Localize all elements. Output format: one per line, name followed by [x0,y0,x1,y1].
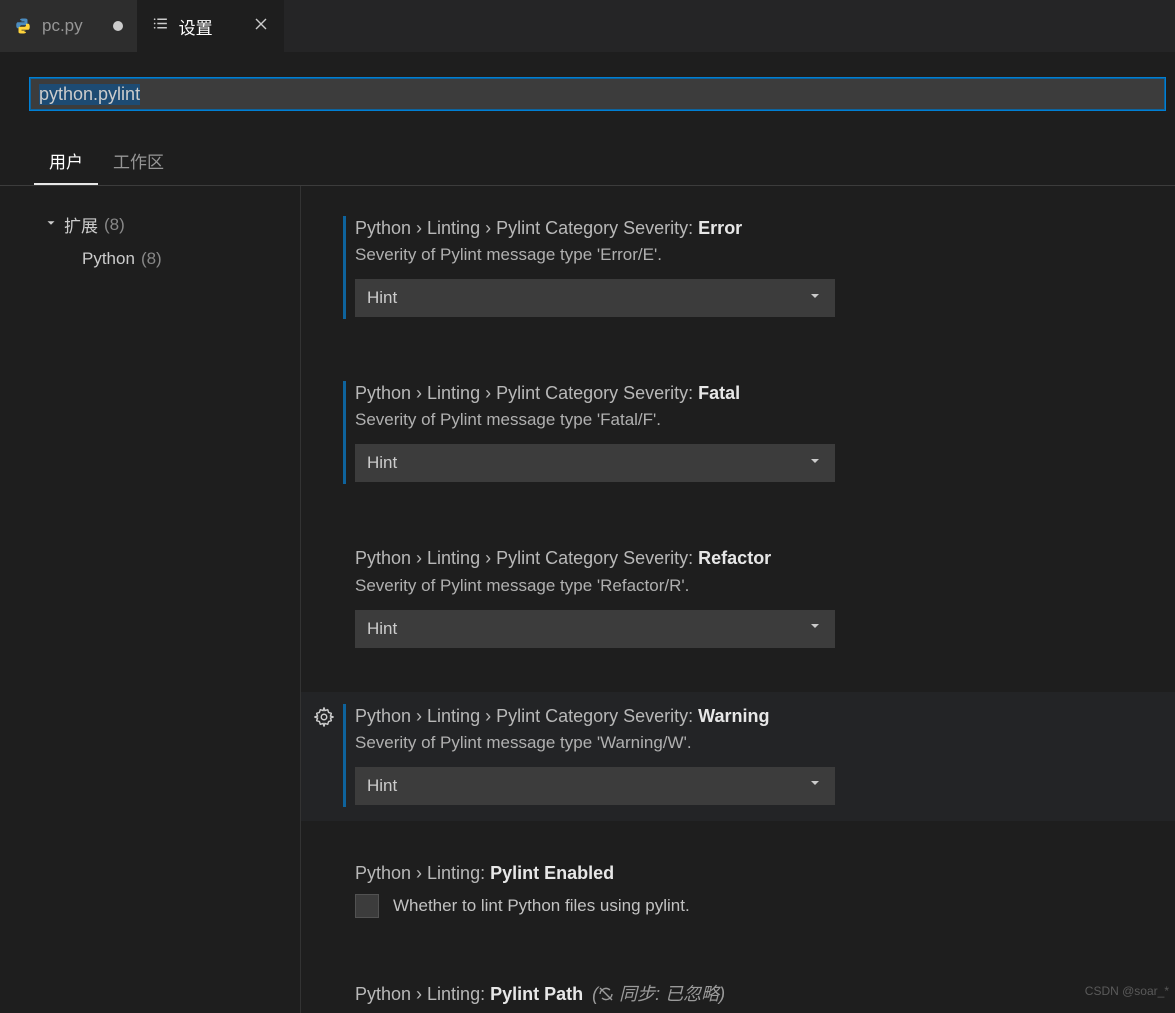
setting-warning: Python › Linting › Pylint Category Sever… [301,692,1175,821]
tab-settings[interactable]: 设置 [138,0,284,52]
select-value: Hint [367,776,397,796]
select-error[interactable]: Hint [355,279,835,317]
tab-file-label: pc.py [42,16,83,36]
chevron-down-icon [807,288,823,309]
select-value: Hint [367,288,397,308]
settings-list-icon [152,15,169,37]
setting-pylint-path: Python › Linting: Pylint Path ( 同步: 已忽略) [301,970,1175,1013]
setting-pylint-enabled: Python › Linting: Pylint Enabled Whether… [301,849,1175,934]
tree-python[interactable]: Python (8) [82,241,280,273]
setting-title: Python › Linting › Pylint Category Sever… [355,216,1155,241]
tab-file[interactable]: pc.py [0,0,138,52]
select-warning[interactable]: Hint [355,767,835,805]
dirty-indicator [113,21,123,31]
setting-title: Python › Linting: Pylint Path ( 同步: 已忽略) [355,982,1155,1007]
tree-extensions-count: (8) [104,215,125,235]
setting-title: Python › Linting › Pylint Category Sever… [355,704,1155,729]
gear-icon[interactable] [313,706,335,733]
select-fatal[interactable]: Hint [355,444,835,482]
settings-tree: 扩展 (8) Python (8) [0,186,300,1013]
setting-title: Python › Linting › Pylint Category Sever… [355,381,1155,406]
setting-title: Python › Linting: Pylint Enabled [355,861,1155,886]
tree-extensions-label: 扩展 [64,212,98,237]
checkbox-pylint-enabled[interactable] [355,894,379,918]
chevron-down-icon [44,215,58,235]
python-icon [14,17,32,35]
select-value: Hint [367,453,397,473]
chevron-down-icon [807,453,823,474]
setting-desc: Severity of Pylint message type 'Fatal/F… [355,410,1155,430]
scope-workspace[interactable]: 工作区 [98,138,179,185]
tab-settings-label: 设置 [179,14,213,39]
close-icon[interactable] [253,16,269,37]
chevron-down-icon [807,775,823,796]
checkbox-label: Whether to lint Python files using pylin… [393,896,690,916]
tree-extensions[interactable]: 扩展 (8) [44,208,280,241]
settings-list[interactable]: Python › Linting › Pylint Category Sever… [300,186,1175,1013]
setting-fatal: Python › Linting › Pylint Category Sever… [301,369,1175,498]
tree-python-count: (8) [141,249,162,269]
scope-tabs: 用户 工作区 [0,138,1175,186]
search-area [0,52,1175,120]
select-value: Hint [367,619,397,639]
setting-desc: Severity of Pylint message type 'Refacto… [355,576,1155,596]
search-input[interactable] [30,78,1165,110]
setting-title: Python › Linting › Pylint Category Sever… [355,546,1155,571]
tree-python-label: Python [82,249,135,269]
scope-user[interactable]: 用户 [34,138,98,185]
sync-ignored-hint: ( 同步: 已忽略) [592,984,725,1004]
chevron-down-icon [807,618,823,639]
content-area: 扩展 (8) Python (8) Python › Linting › Pyl… [0,186,1175,1013]
select-refactor[interactable]: Hint [355,610,835,648]
setting-desc: Severity of Pylint message type 'Warning… [355,733,1155,753]
watermark: CSDN @soar_* [1085,984,1169,998]
setting-error: Python › Linting › Pylint Category Sever… [301,204,1175,333]
setting-refactor: Python › Linting › Pylint Category Sever… [301,534,1175,663]
tab-bar: pc.py 设置 [0,0,1175,52]
setting-desc: Severity of Pylint message type 'Error/E… [355,245,1155,265]
